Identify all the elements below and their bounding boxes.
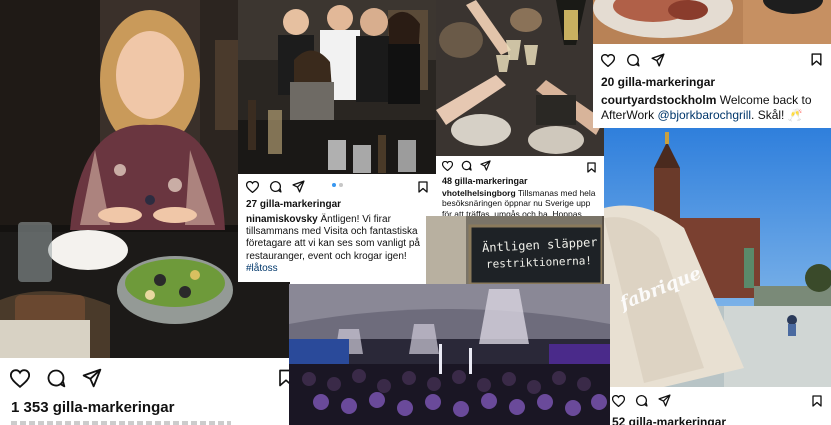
post-photo-chalkboard-sign[interactable]: Äntligen släpper restriktionerna! (426, 216, 611, 284)
heart-icon[interactable] (442, 160, 453, 171)
likes-count[interactable]: 27 gilla-markeringar (246, 199, 341, 210)
post-photo-champagne-toast[interactable] (436, 0, 604, 156)
post-actions-3 (442, 160, 491, 171)
likes-count[interactable]: 1 353 gilla-markeringar (11, 399, 174, 416)
comment-icon[interactable] (46, 368, 66, 388)
share-icon[interactable] (480, 160, 491, 171)
caption-end: . Skål! 🥂 (751, 107, 803, 122)
share-icon[interactable] (292, 180, 305, 193)
bookmark-icon[interactable] (418, 180, 428, 198)
heart-icon[interactable] (601, 53, 615, 67)
post-card-3: 48 gilla-markeringar vhotelhelsingborg T… (436, 0, 604, 216)
post-caption: ninamiskovsky Äntligen! Vi firar tillsam… (246, 214, 432, 275)
city-scene (604, 128, 831, 387)
username[interactable]: ninamiskovsky (246, 214, 318, 225)
mention[interactable]: @bjorkbarochgrill (657, 108, 751, 122)
post-card-2: 27 gilla-markeringar ninamiskovsky Äntli… (238, 0, 436, 282)
likes-count[interactable]: 20 gilla-markeringar (601, 75, 715, 89)
comment-icon[interactable] (269, 180, 282, 193)
bookmark-icon[interactable] (811, 53, 822, 71)
post-card-6: Äntligen släpper restriktionerna! (426, 216, 611, 284)
username[interactable]: vhotelhelsingborg (442, 188, 516, 198)
comment-icon[interactable] (635, 394, 648, 407)
share-icon[interactable] (658, 394, 671, 407)
post-actions-4 (601, 53, 665, 67)
post-caption: courtyardstockholm Welcome back to After… (601, 93, 829, 122)
post-actions-1 (10, 368, 102, 388)
likes-count[interactable]: 48 gilla-markeringar (442, 176, 528, 186)
username[interactable]: courtyardstockholm (601, 93, 716, 107)
post-actions-2 (246, 180, 305, 193)
bookmark-icon[interactable] (812, 394, 822, 412)
likes-count[interactable]: 52 gilla-markeringar (612, 415, 726, 425)
comment-icon[interactable] (626, 53, 640, 67)
toast-scene (436, 0, 604, 156)
post-photo-city-hall-bag[interactable]: fabrique (604, 128, 831, 387)
group-scene (238, 0, 436, 174)
share-icon[interactable] (651, 53, 665, 67)
post-caption: vhotelhelsingborg Tillsmanas med hela be… (442, 188, 600, 216)
post-actions-5 (612, 394, 671, 407)
post-card-4: 20 gilla-markeringar courtyardstockholm … (593, 0, 831, 128)
club-scene (289, 284, 610, 425)
post-card-5: fabrique 52 gilla-markeringar (604, 128, 831, 425)
share-icon[interactable] (82, 368, 102, 388)
bookmark-icon[interactable] (587, 160, 596, 178)
food-scene (593, 0, 831, 44)
heart-icon[interactable] (246, 180, 259, 193)
post-card-7 (289, 284, 610, 425)
hashtag[interactable]: #låtoss (246, 263, 278, 274)
heart-icon[interactable] (612, 394, 625, 407)
caption-cutoff (11, 421, 231, 425)
carousel-dots (332, 183, 343, 187)
post-photo-nightclub-crowd[interactable] (289, 284, 610, 425)
comment-icon[interactable] (461, 160, 472, 171)
post-photo-food-plates[interactable] (593, 0, 831, 44)
heart-icon[interactable] (10, 368, 30, 388)
post-photo-group-celebrating[interactable] (238, 0, 436, 174)
